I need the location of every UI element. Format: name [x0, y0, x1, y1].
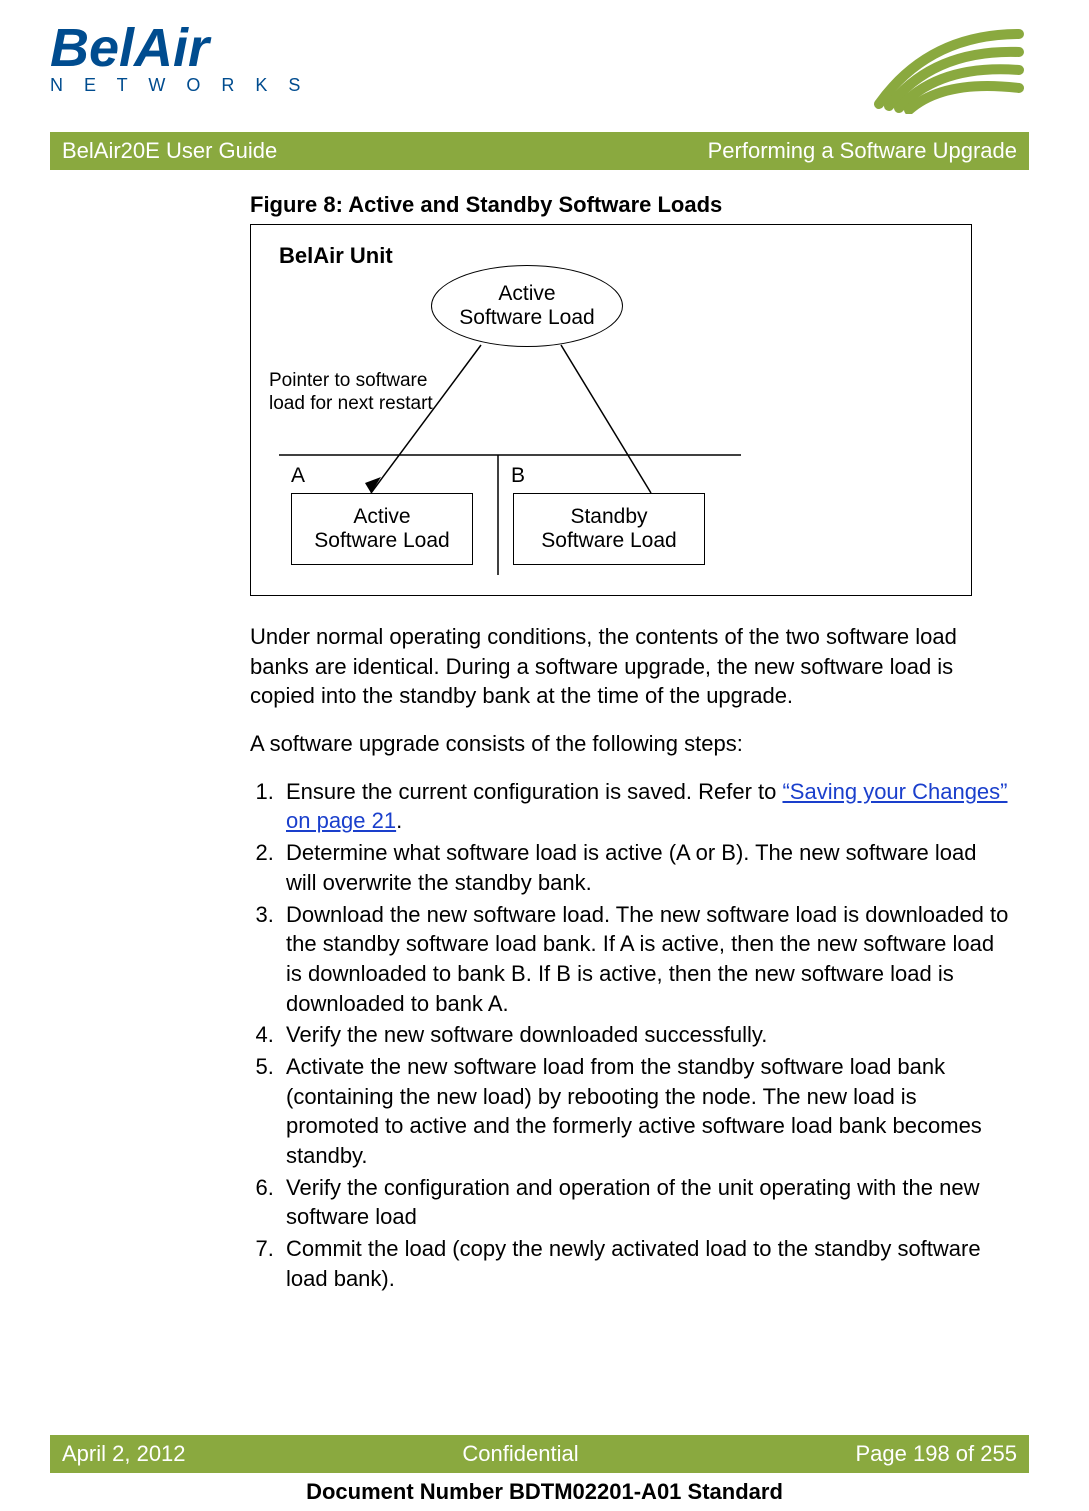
box-b-line2: Software Load — [541, 529, 676, 552]
logo-left: BelAir N E T W O R K S — [50, 24, 308, 96]
footer-confidential: Confidential — [462, 1441, 578, 1467]
step-2: Determine what software load is active (… — [280, 838, 1009, 897]
step-1: Ensure the current configuration is save… — [280, 777, 1009, 836]
paragraph-2: A software upgrade consists of the follo… — [250, 729, 1009, 759]
paragraph-1: Under normal operating conditions, the c… — [250, 622, 1009, 711]
label-b: B — [511, 463, 525, 488]
banner-right: Performing a Software Upgrade — [708, 138, 1017, 164]
header-bar: BelAir N E T W O R K S — [50, 24, 1029, 114]
box-a-line1: Active — [353, 505, 410, 528]
footer-banner: April 2, 2012 Confidential Page 198 of 2… — [50, 1435, 1029, 1473]
banner-left: BelAir20E User Guide — [62, 138, 277, 164]
step-3: Download the new software load. The new … — [280, 900, 1009, 1019]
step-5: Activate the new software load from the … — [280, 1052, 1009, 1171]
wave-icon — [869, 24, 1029, 114]
box-b-line1: Standby — [570, 505, 647, 528]
figure-box: BelAir Unit Active Software Load Pointer… — [250, 224, 972, 596]
steps-list: Ensure the current configuration is save… — [250, 777, 1009, 1294]
step-4: Verify the new software downloaded succe… — [280, 1020, 1009, 1050]
box-a: Active Software Load — [291, 493, 473, 565]
box-b: Standby Software Load — [513, 493, 705, 565]
footer-date: April 2, 2012 — [62, 1441, 186, 1467]
footer-page: Page 198 of 255 — [856, 1441, 1017, 1467]
brand-name: BelAir — [50, 24, 308, 73]
step-6: Verify the configuration and operation o… — [280, 1173, 1009, 1232]
step-7: Commit the load (copy the newly activate… — [280, 1234, 1009, 1293]
title-banner: BelAir20E User Guide Performing a Softwa… — [50, 132, 1029, 170]
label-a: A — [291, 463, 305, 488]
figure-caption: Figure 8: Active and Standby Software Lo… — [250, 192, 1009, 218]
content-area: Figure 8: Active and Standby Software Lo… — [250, 192, 1009, 1293]
doc-number: Document Number BDTM02201-A01 Standard — [0, 1479, 1089, 1505]
box-a-line2: Software Load — [314, 529, 449, 552]
brand-sub: N E T W O R K S — [50, 75, 308, 96]
